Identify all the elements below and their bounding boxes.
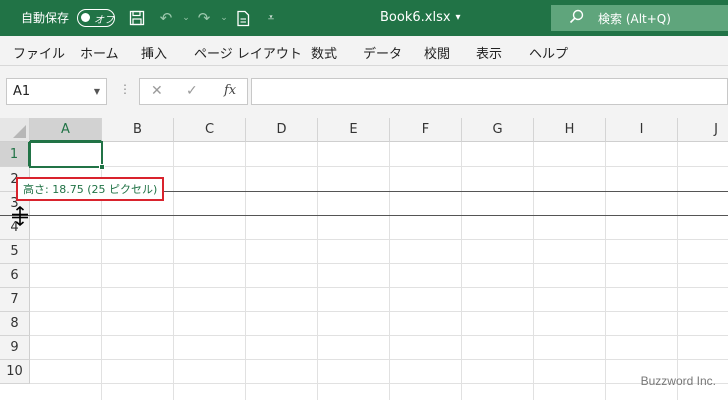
column-header-j[interactable]: J (678, 118, 728, 142)
spreadsheet-grid[interactable]: A B C D E F G H I J 1 2 3 4 5 6 7 8 9 10… (0, 118, 728, 400)
gridline-row (30, 263, 728, 264)
tab-page-layout[interactable]: ページ レイアウト (194, 43, 302, 62)
column-header-e[interactable]: E (318, 118, 390, 142)
redo-dropdown-icon[interactable]: ⌄ (214, 8, 234, 28)
fill-handle[interactable] (99, 164, 105, 170)
more-options-icon[interactable]: ⋮ (119, 82, 131, 96)
watermark: Buzzword Inc. (640, 374, 716, 388)
column-header-d[interactable]: D (246, 118, 318, 142)
autosave-label: 自動保存 (21, 11, 70, 25)
row-height-tooltip: 高さ: 18.75 (25 ピクセル) (16, 177, 165, 201)
toggle-knob (81, 13, 90, 22)
gridline-row (30, 287, 728, 288)
row-header-7[interactable]: 7 (0, 288, 30, 312)
column-header-f[interactable]: F (390, 118, 462, 142)
gridline-row (30, 311, 728, 312)
gridline-row (30, 359, 728, 360)
gridline-row (30, 383, 728, 384)
tab-file[interactable]: ファイル (13, 43, 65, 62)
undo-dropdown-icon[interactable]: ⌄ (176, 8, 196, 28)
tab-home[interactable]: ホーム (80, 43, 119, 62)
select-all-button[interactable] (0, 118, 30, 142)
search-box[interactable]: 検索 (Alt+Q) (551, 5, 728, 31)
formula-input[interactable] (251, 78, 728, 105)
autosave-state: オフ (94, 15, 114, 26)
gridline-row (30, 166, 728, 167)
gridline-column (605, 142, 606, 400)
customize-arrow-icon[interactable]: ⩡ (261, 8, 281, 28)
name-box-dropdown-icon[interactable]: ▼ (94, 87, 100, 96)
column-header-c[interactable]: C (174, 118, 246, 142)
gridline-column (461, 142, 462, 400)
gridline-column (173, 142, 174, 400)
gridline-column (317, 142, 318, 400)
chevron-down-icon: ▾ (455, 12, 461, 23)
insert-function-icon[interactable]: fx (224, 83, 236, 98)
document-icon[interactable] (233, 8, 253, 28)
name-box-value: A1 (13, 84, 31, 99)
tab-help[interactable]: ヘルプ (529, 43, 568, 62)
gridline-row (30, 335, 728, 336)
row-resize-cursor-icon (11, 205, 29, 227)
row-header-10[interactable]: 10 (0, 360, 30, 384)
tab-review[interactable]: 校閲 (424, 43, 450, 62)
gridline-column (677, 142, 678, 400)
column-header-a[interactable]: A (30, 118, 102, 142)
tab-view[interactable]: 表示 (476, 43, 502, 62)
gridline-column (245, 142, 246, 400)
name-box[interactable]: A1 ▼ (6, 78, 107, 105)
cancel-icon[interactable]: ✕ (151, 83, 163, 99)
redo-icon[interactable]: ↷ (194, 8, 214, 28)
column-header-i[interactable]: I (606, 118, 678, 142)
undo-icon[interactable]: ↶ (156, 8, 176, 28)
formula-bar: A1 ▼ ⋮ ✕ ✓ fx (0, 66, 728, 118)
row-header-8[interactable]: 8 (0, 312, 30, 336)
selected-cell-a1[interactable] (29, 141, 105, 170)
row-header-6[interactable]: 6 (0, 264, 30, 288)
search-icon (569, 9, 584, 28)
gridline-row (30, 239, 728, 240)
autosave-toggle[interactable]: オフ (77, 9, 115, 27)
title-bar: 自動保存 オフ ↶ ⌄ ↷ ⌄ ⩡ Book6.xlsx ▾ 検索 (Alt+Q… (0, 0, 728, 36)
column-header-g[interactable]: G (462, 118, 534, 142)
enter-check-icon[interactable]: ✓ (186, 83, 198, 99)
gridline-column (533, 142, 534, 400)
tab-formulas[interactable]: 数式 (311, 43, 337, 62)
document-title-text: Book6.xlsx (380, 10, 451, 25)
tab-insert[interactable]: 挿入 (141, 43, 167, 62)
search-placeholder: 検索 (Alt+Q) (598, 11, 671, 26)
column-header-b[interactable]: B (102, 118, 174, 142)
row-header-9[interactable]: 9 (0, 336, 30, 360)
gridline-column (389, 142, 390, 400)
select-all-icon (13, 125, 26, 138)
tab-data[interactable]: データ (363, 43, 402, 62)
row-header-1[interactable]: 1 (0, 142, 30, 167)
resize-guide-bottom (0, 215, 728, 216)
column-header-h[interactable]: H (534, 118, 606, 142)
document-title[interactable]: Book6.xlsx ▾ (380, 10, 461, 25)
save-icon[interactable] (127, 8, 147, 28)
row-header-5[interactable]: 5 (0, 240, 30, 264)
formula-controls: ✕ ✓ fx (139, 78, 248, 105)
ribbon-tabs: ファイル ホーム 挿入 ページ レイアウト 数式 データ 校閲 表示 ヘルプ (0, 36, 728, 66)
